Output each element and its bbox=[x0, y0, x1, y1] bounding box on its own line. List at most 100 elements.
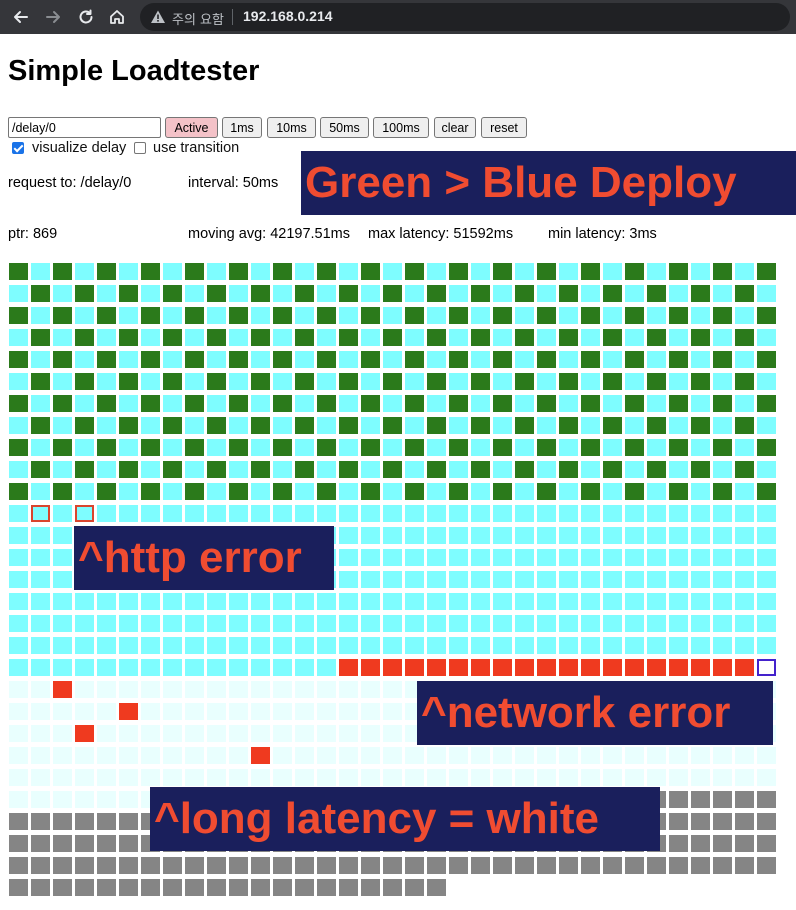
blue-response-cell bbox=[119, 483, 138, 500]
blue-response-cell bbox=[713, 505, 732, 522]
pending-cell bbox=[383, 879, 402, 896]
url-text[interactable]: 192.168.0.214 bbox=[243, 8, 333, 24]
long-latency-cell bbox=[713, 769, 732, 786]
blue-response-cell bbox=[53, 571, 72, 588]
long-latency-cell bbox=[515, 747, 534, 764]
blue-response-cell bbox=[537, 549, 556, 566]
green-response-cell bbox=[9, 263, 28, 280]
blue-response-cell bbox=[119, 637, 138, 654]
long-latency-cell bbox=[251, 769, 270, 786]
green-response-cell bbox=[647, 417, 666, 434]
pending-cell bbox=[581, 857, 600, 874]
forward-arrow-icon[interactable] bbox=[41, 5, 65, 29]
blue-response-cell bbox=[757, 549, 776, 566]
long-latency-cell bbox=[53, 703, 72, 720]
pending-cell bbox=[251, 857, 270, 874]
interval-50ms-button[interactable]: 50ms bbox=[320, 117, 369, 138]
visualize-delay-checkbox[interactable] bbox=[12, 142, 24, 154]
green-response-cell bbox=[31, 461, 50, 478]
green-response-cell bbox=[185, 307, 204, 324]
blue-response-cell bbox=[163, 263, 182, 280]
pending-cell bbox=[53, 879, 72, 896]
blue-response-cell bbox=[229, 373, 248, 390]
blue-response-cell bbox=[97, 615, 116, 632]
clear-button[interactable]: clear bbox=[434, 117, 476, 138]
blue-response-cell bbox=[97, 637, 116, 654]
blue-response-cell bbox=[427, 351, 446, 368]
blue-response-cell bbox=[251, 593, 270, 610]
reset-button[interactable]: reset bbox=[481, 117, 527, 138]
error-cell bbox=[669, 659, 688, 676]
green-response-cell bbox=[9, 483, 28, 500]
long-latency-cell bbox=[383, 703, 402, 720]
green-response-cell bbox=[273, 263, 292, 280]
warning-icon[interactable] bbox=[150, 9, 166, 25]
interval-10ms-button[interactable]: 10ms bbox=[267, 117, 316, 138]
security-warning-text[interactable]: 주의 요함 bbox=[172, 9, 224, 28]
long-latency-cell bbox=[53, 769, 72, 786]
reload-icon[interactable] bbox=[74, 5, 98, 29]
blue-response-cell bbox=[603, 263, 622, 280]
blue-response-cell bbox=[405, 505, 424, 522]
blue-response-cell bbox=[295, 263, 314, 280]
blue-response-cell bbox=[669, 373, 688, 390]
blue-response-cell bbox=[647, 351, 666, 368]
green-response-cell bbox=[757, 439, 776, 456]
blue-response-cell bbox=[713, 461, 732, 478]
blue-response-cell bbox=[713, 527, 732, 544]
green-response-cell bbox=[647, 461, 666, 478]
blue-response-cell bbox=[31, 549, 50, 566]
blue-response-cell bbox=[493, 637, 512, 654]
long-latency-cell bbox=[185, 681, 204, 698]
blue-response-cell bbox=[603, 351, 622, 368]
long-latency-cell bbox=[31, 703, 50, 720]
blue-response-cell bbox=[141, 461, 160, 478]
blue-response-cell bbox=[669, 593, 688, 610]
blue-response-cell bbox=[691, 439, 710, 456]
long-latency-cell bbox=[449, 769, 468, 786]
active-toggle-button[interactable]: Active bbox=[165, 117, 218, 138]
blue-response-cell bbox=[97, 593, 116, 610]
blue-response-cell bbox=[97, 659, 116, 676]
long-latency-cell bbox=[603, 769, 622, 786]
green-response-cell bbox=[119, 285, 138, 302]
blue-response-cell bbox=[75, 615, 94, 632]
address-bar[interactable]: 주의 요함 192.168.0.214 bbox=[140, 3, 790, 31]
blue-response-cell bbox=[317, 637, 336, 654]
request-path-input[interactable] bbox=[8, 117, 161, 138]
blue-response-cell bbox=[405, 285, 424, 302]
blue-response-cell bbox=[31, 439, 50, 456]
use-transition-checkbox[interactable] bbox=[134, 142, 146, 154]
interval-100ms-button[interactable]: 100ms bbox=[373, 117, 429, 138]
blue-response-cell bbox=[625, 417, 644, 434]
error-cell bbox=[471, 659, 490, 676]
blue-response-cell bbox=[559, 505, 578, 522]
interval-1ms-button[interactable]: 1ms bbox=[222, 117, 262, 138]
long-latency-cell bbox=[449, 747, 468, 764]
green-response-cell bbox=[493, 307, 512, 324]
blue-response-cell bbox=[603, 505, 622, 522]
green-response-cell bbox=[339, 461, 358, 478]
green-response-cell bbox=[427, 417, 446, 434]
green-response-cell bbox=[361, 439, 380, 456]
long-latency-cell bbox=[361, 681, 380, 698]
green-response-cell bbox=[669, 483, 688, 500]
home-icon[interactable] bbox=[105, 5, 129, 29]
pending-cell bbox=[119, 879, 138, 896]
blue-response-cell bbox=[405, 571, 424, 588]
long-latency-cell bbox=[119, 681, 138, 698]
long-latency-cell bbox=[691, 747, 710, 764]
green-response-cell bbox=[141, 307, 160, 324]
blue-response-cell bbox=[559, 593, 578, 610]
visualize-delay-label[interactable]: visualize delay bbox=[32, 140, 126, 156]
blue-response-cell bbox=[471, 439, 490, 456]
error-cell bbox=[361, 659, 380, 676]
back-arrow-icon[interactable] bbox=[9, 5, 33, 29]
long-latency-cell bbox=[581, 747, 600, 764]
long-latency-cell bbox=[97, 791, 116, 808]
pending-cell bbox=[31, 879, 50, 896]
green-response-cell bbox=[427, 285, 446, 302]
pending-cell bbox=[427, 857, 446, 874]
use-transition-label[interactable]: use transition bbox=[153, 140, 239, 156]
green-response-cell bbox=[9, 395, 28, 412]
